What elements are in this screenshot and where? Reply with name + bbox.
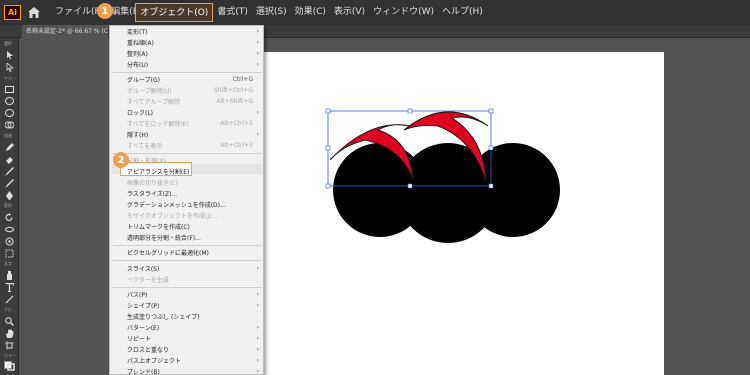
menu-item-label: ペクターを生成 xyxy=(127,276,169,284)
menu-item-generate-vectors[interactable]: ペクターを生成 xyxy=(110,274,265,284)
menu-item-ungroup-all[interactable]: すべてグループ解除 Alt+Shift+G xyxy=(110,96,265,106)
submenu-arrow-icon: › xyxy=(256,38,259,46)
menu-item-gradient-mesh[interactable]: グラデーションメッシュを作成(D)... xyxy=(110,199,265,209)
menu-item-label: アピアランスを分割(E) xyxy=(127,168,190,176)
menu-item-slice[interactable]: スライス(S) › xyxy=(110,263,265,273)
menu-shortcut: Shift+Ctrl+G xyxy=(213,86,253,94)
menu-item-label: 整列(A) xyxy=(127,50,148,58)
menu-item-transform[interactable]: 変形(T) › xyxy=(110,26,265,36)
submenu-arrow-icon: › xyxy=(256,323,259,331)
submenu-arrow-icon: › xyxy=(256,356,259,364)
submenu-arrow-icon: › xyxy=(256,130,259,138)
menu-item-expand[interactable]: 分割・拡張(X)... xyxy=(110,155,265,165)
step-1-badge: 1 xyxy=(97,3,113,19)
menu-item-ungroup[interactable]: グループ解除(U) Shift+Ctrl+G xyxy=(110,85,265,95)
menu-item-rasterize[interactable]: ラスタライズ(Z)... xyxy=(110,188,265,198)
menu-item-label: パス上オブジェクト xyxy=(127,357,182,365)
menu-item-generative-fill-shape[interactable]: 生成塗りつぶし (シェイプ) xyxy=(110,311,265,321)
menu-shortcut: Ctrl+G xyxy=(232,75,253,83)
menu-item-label: 重ね順(A) xyxy=(127,39,154,47)
menu-item-intertwine[interactable]: クロスと重なり › xyxy=(110,344,265,354)
menu-item-label: 隠す(H) xyxy=(127,131,149,139)
menu-item-label: 透明部分を分割・統合(F)... xyxy=(127,234,201,242)
menu-item-label: 分割・拡張(X)... xyxy=(127,157,172,165)
menu-shortcut: Alt+Ctrl+2 xyxy=(220,119,253,127)
menu-item-unlock-all[interactable]: すべてをロック解除(K) Alt+Ctrl+2 xyxy=(110,118,265,128)
menu-item-repeat[interactable]: リピート › xyxy=(110,333,265,343)
menu-item-expand-appearance[interactable]: アピアランスを分割(E) xyxy=(110,166,265,176)
submenu-arrow-icon: › xyxy=(256,301,259,309)
menu-item-label: グループ解除(U) xyxy=(127,87,172,95)
menu-item-label: スライス(S) xyxy=(127,265,160,273)
menu-item-label: グループ(G) xyxy=(127,76,160,84)
menu-item-arrange[interactable]: 重ね順(A) › xyxy=(110,37,265,47)
menu-item-object-mosaic[interactable]: モザイクオブジェクトを作成(J)... xyxy=(110,210,265,220)
menu-separator xyxy=(113,245,262,246)
menu-item-label: ピクセルグリッドに最適化(M) xyxy=(127,249,209,257)
menu-item-pixel-optimize[interactable]: ピクセルグリッドに最適化(M) xyxy=(110,247,265,257)
menu-item-align[interactable]: 整列(A) › xyxy=(110,48,265,58)
menu-item-distribute[interactable]: 分布(U) › xyxy=(110,59,265,69)
submenu-arrow-icon: › xyxy=(256,345,259,353)
menu-item-label: ラスタライズ(Z)... xyxy=(127,190,178,198)
menu-shortcut: Alt+Shift+G xyxy=(216,97,253,105)
menu-item-label: すべてをロック解除(K) xyxy=(127,120,189,128)
menu-item-pattern[interactable]: パターン(E) › xyxy=(110,322,265,332)
object-menu-dropdown: 変形(T) › 重ね順(A) › 整列(A) › 分布(U) › グループ(G) Ctrl… xyxy=(109,25,264,375)
menu-item-label: 画像の切り抜き(C) xyxy=(127,179,178,187)
menu-item-trim-marks[interactable]: トリムマークを作成(C) xyxy=(110,221,265,231)
menu-item-label: クロスと重なり xyxy=(127,346,170,354)
menu-item-hide[interactable]: 隠す(H) › xyxy=(110,129,265,139)
step-2-badge: 2 xyxy=(113,152,129,168)
menu-item-blend[interactable]: ブレンド(B) › xyxy=(110,366,265,375)
menu-item-label: すべてを表示 xyxy=(127,142,163,150)
menu-item-label: モザイクオブジェクトを作成(J)... xyxy=(127,212,218,220)
menu-item-path[interactable]: パス(P) › xyxy=(110,289,265,299)
submenu-arrow-icon: › xyxy=(256,60,259,68)
menu-separator xyxy=(113,287,262,288)
black-circles[interactable] xyxy=(333,143,560,243)
menu-separator xyxy=(113,260,262,261)
menu-item-label: リピート xyxy=(127,335,152,343)
submenu-arrow-icon: › xyxy=(256,367,259,375)
menu-item-lock[interactable]: ロック(L) › xyxy=(110,107,265,117)
menu-item-objects-on-path[interactable]: パス上オブジェクト › xyxy=(110,355,265,365)
menu-item-label: トリムマークを作成(C) xyxy=(127,223,190,231)
menu-item-flatten-transparency[interactable]: 透明部分を分割・統合(F)... xyxy=(110,232,265,242)
submenu-arrow-icon: › xyxy=(256,27,259,35)
menu-item-label: シェイプ(P) xyxy=(127,302,160,310)
menu-separator xyxy=(113,153,262,154)
menu-item-show-all[interactable]: すべてを表示 Alt+Ctrl+3 xyxy=(110,140,265,150)
menu-item-group[interactable]: グループ(G) Ctrl+G xyxy=(110,74,265,84)
submenu-arrow-icon: › xyxy=(256,108,259,116)
menu-item-label: パターン(E) xyxy=(127,324,160,332)
submenu-arrow-icon: › xyxy=(256,334,259,342)
menu-item-shape[interactable]: シェイプ(P) › xyxy=(110,300,265,310)
submenu-arrow-icon: › xyxy=(256,290,259,298)
menu-item-label: ロック(L) xyxy=(127,109,154,117)
submenu-arrow-icon: › xyxy=(256,264,259,272)
submenu-arrow-icon: › xyxy=(256,49,259,57)
menu-separator xyxy=(113,72,262,73)
menu-item-label: グラデーションメッシュを作成(D)... xyxy=(127,201,226,209)
menu-item-label: パス(P) xyxy=(127,291,148,299)
menu-item-label: 変形(T) xyxy=(127,28,148,36)
menu-item-crop-image[interactable]: 画像の切り抜き(C) xyxy=(110,177,265,187)
menu-shortcut: Alt+Ctrl+3 xyxy=(220,141,253,149)
menu-item-label: 分布(U) xyxy=(127,61,149,69)
menu-item-label: ブレンド(B) xyxy=(127,368,160,375)
menu-item-label: 生成塗りつぶし (シェイプ) xyxy=(127,313,200,321)
menu-item-label: すべてグループ解除 xyxy=(127,98,180,106)
